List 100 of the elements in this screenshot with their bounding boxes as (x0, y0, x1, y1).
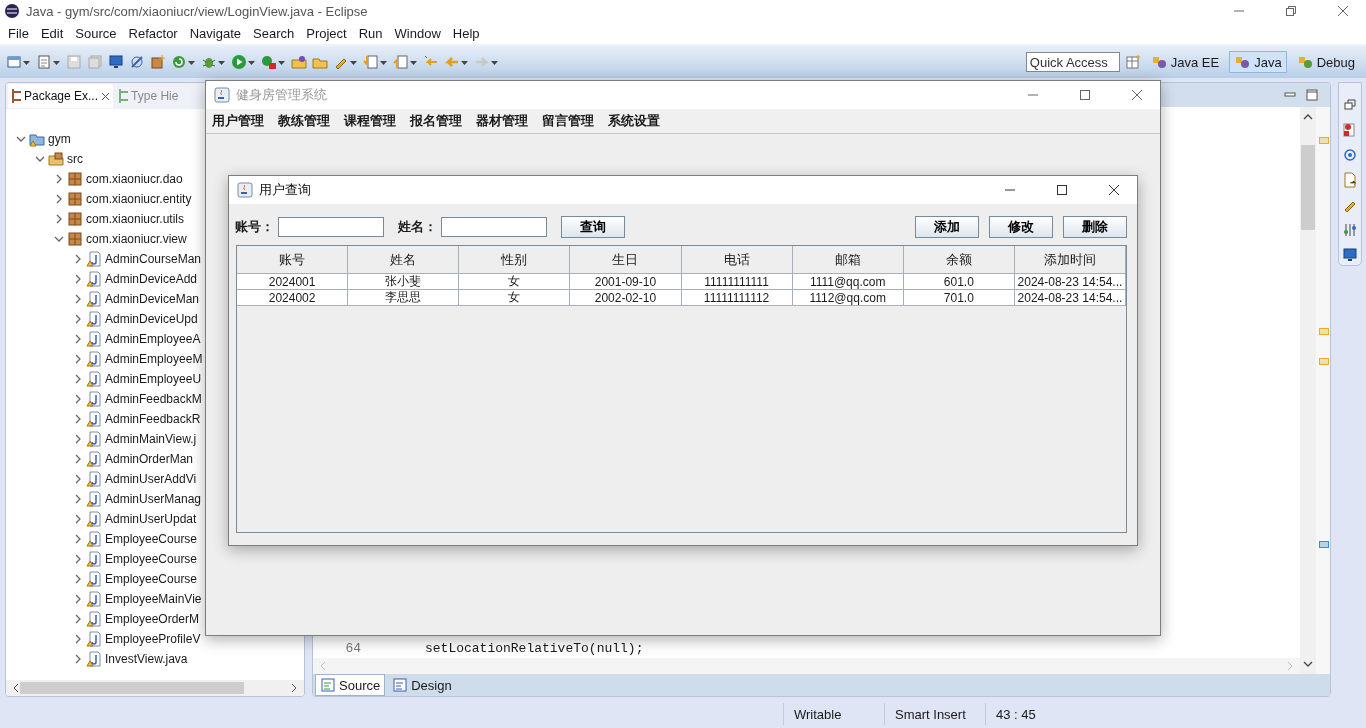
tree-item[interactable]: EmployeeProfileV (16, 629, 201, 649)
menu-item[interactable]: 留言管理 (542, 112, 594, 130)
column-header[interactable]: 性别 (459, 246, 571, 274)
column-header[interactable]: 账号 (237, 246, 349, 274)
chevron-down-icon[interactable] (54, 234, 64, 244)
perspective-button[interactable]: Java EE (1145, 51, 1225, 73)
column-header[interactable]: 电话 (681, 246, 793, 274)
tree-item[interactable]: AdminEmployeeM (16, 349, 203, 369)
menu-item[interactable]: Edit (34, 25, 70, 41)
action-button[interactable]: 修改 (989, 216, 1053, 238)
menu-item[interactable]: 报名管理 (410, 112, 462, 130)
open-perspective-icon[interactable] (1124, 54, 1141, 70)
scrollbar-thumb[interactable] (1301, 145, 1315, 230)
tree-item[interactable]: com.xiaoniucr.dao (16, 169, 183, 189)
tree-item[interactable]: src (16, 149, 83, 169)
tree-item[interactable]: EmployeeOrderM (16, 609, 200, 629)
run-tool-icon[interactable] (261, 54, 277, 70)
menu-item[interactable]: File (2, 25, 35, 41)
folder-globe-icon[interactable] (291, 54, 307, 70)
maximize-icon[interactable] (1080, 90, 1090, 100)
monitor-icon[interactable] (108, 54, 124, 70)
menu-item[interactable]: Source (69, 25, 123, 41)
tree-item[interactable]: com.xiaoniucr.view (16, 229, 187, 249)
perspective-button[interactable]: Debug (1291, 51, 1360, 73)
play-icon[interactable] (231, 54, 247, 70)
tree-item[interactable]: AdminFeedbackM (16, 389, 202, 409)
editor-tab[interactable]: Design (387, 674, 457, 696)
text-field[interactable] (278, 217, 384, 237)
tree-item[interactable]: AdminFeedbackR (16, 409, 201, 429)
text-field[interactable] (441, 217, 547, 237)
problems-icon[interactable] (1342, 122, 1358, 138)
column-header[interactable]: 添加时间 (1014, 246, 1126, 274)
sliders-icon[interactable] (1342, 222, 1358, 238)
tree-item[interactable]: EmployeeMainVie (16, 589, 202, 609)
tree-item[interactable]: com.xiaoniucr.utils (16, 209, 185, 229)
menu-item[interactable]: Navigate (183, 25, 247, 41)
tree-item[interactable]: EmployeeCourse (16, 549, 198, 569)
tree-item[interactable]: gym (16, 129, 71, 149)
search-button[interactable]: 查询 (561, 216, 625, 238)
pen-slash-icon[interactable] (129, 54, 145, 70)
column-header[interactable]: 余额 (903, 246, 1015, 274)
window-title: 健身房管理系统 (236, 86, 328, 104)
column-header[interactable]: 邮箱 (792, 246, 904, 274)
restore-icon[interactable] (1342, 97, 1358, 113)
menu-item[interactable]: 用户管理 (212, 112, 264, 130)
tree-item[interactable]: AdminDeviceAdd (16, 269, 198, 289)
menu-item[interactable]: 课程管理 (344, 112, 396, 130)
monitor-icon[interactable] (1342, 247, 1358, 263)
menu-item[interactable]: Project (300, 25, 353, 41)
tree-item[interactable]: AdminUserUpdat (16, 509, 197, 529)
column-header[interactable]: 生日 (570, 246, 682, 274)
declaration-icon[interactable] (1342, 172, 1358, 188)
tree-item[interactable]: AdminEmployeeA (16, 329, 201, 349)
close-icon[interactable] (101, 91, 111, 101)
project-folder-icon (29, 131, 45, 147)
refresh-icon[interactable] (171, 54, 187, 70)
close-icon[interactable] (1132, 90, 1142, 100)
tree-item[interactable]: AdminMainView.j (16, 429, 197, 449)
close-icon[interactable] (1338, 6, 1348, 16)
restore-icon[interactable] (1286, 6, 1296, 16)
tree-item[interactable]: AdminDeviceUpd (16, 309, 198, 329)
maximize-icon[interactable] (1057, 185, 1067, 195)
scroll-up-icon[interactable] (1303, 113, 1313, 121)
close-icon[interactable] (1109, 185, 1119, 195)
action-button[interactable]: 删除 (1063, 216, 1127, 238)
menu-item[interactable]: Help (446, 25, 486, 41)
tree-item[interactable]: AdminDeviceMan (16, 289, 200, 309)
warning-marker[interactable] (1319, 328, 1329, 335)
menu-item[interactable]: 教练管理 (278, 112, 330, 130)
tree-item[interactable]: AdminUserManag (16, 489, 202, 509)
tree-item[interactable]: AdminCourseMan (16, 249, 202, 269)
perspective-button[interactable]: Java (1229, 51, 1287, 73)
menu-item[interactable]: 系统设置 (608, 112, 660, 130)
scroll-down-icon[interactable] (1303, 660, 1313, 668)
java-file-icon (86, 611, 102, 627)
menu-item[interactable]: 器材管理 (476, 112, 528, 130)
action-button[interactable]: 添加 (915, 216, 979, 238)
view-tab[interactable]: Package Ex... (8, 84, 114, 108)
column-header[interactable]: 姓名 (348, 246, 460, 274)
tree-item[interactable]: EmployeeCourse (16, 569, 198, 589)
info-marker[interactable] (1319, 541, 1329, 548)
editor-tab[interactable]: Source (315, 674, 386, 696)
scroll-left-icon[interactable] (12, 683, 20, 693)
menu-item[interactable]: Run (352, 25, 389, 41)
tree-item[interactable]: AdminEmployeeU (16, 369, 202, 389)
scrollbar-thumb[interactable] (20, 682, 244, 694)
menu-item[interactable]: Search (247, 25, 301, 41)
warning-marker[interactable] (1319, 358, 1329, 365)
save-icon (66, 54, 82, 70)
tree-item[interactable]: AdminUserAddVi (16, 469, 197, 489)
tree-item[interactable]: EmployeeCourse (16, 529, 198, 549)
tree-item[interactable]: InvestView.java (16, 649, 188, 669)
scroll-right-icon[interactable] (290, 683, 298, 693)
menu-item[interactable]: Window (388, 25, 447, 41)
quick-access-field[interactable]: Quick Access (1025, 52, 1120, 72)
menu-item[interactable]: Refactor (122, 25, 184, 41)
tree-item[interactable]: com.xiaoniucr.entity (16, 189, 192, 209)
package-add-icon[interactable] (150, 54, 166, 70)
tree-item[interactable]: AdminOrderMan (16, 449, 194, 469)
warning-marker[interactable] (1319, 137, 1329, 144)
